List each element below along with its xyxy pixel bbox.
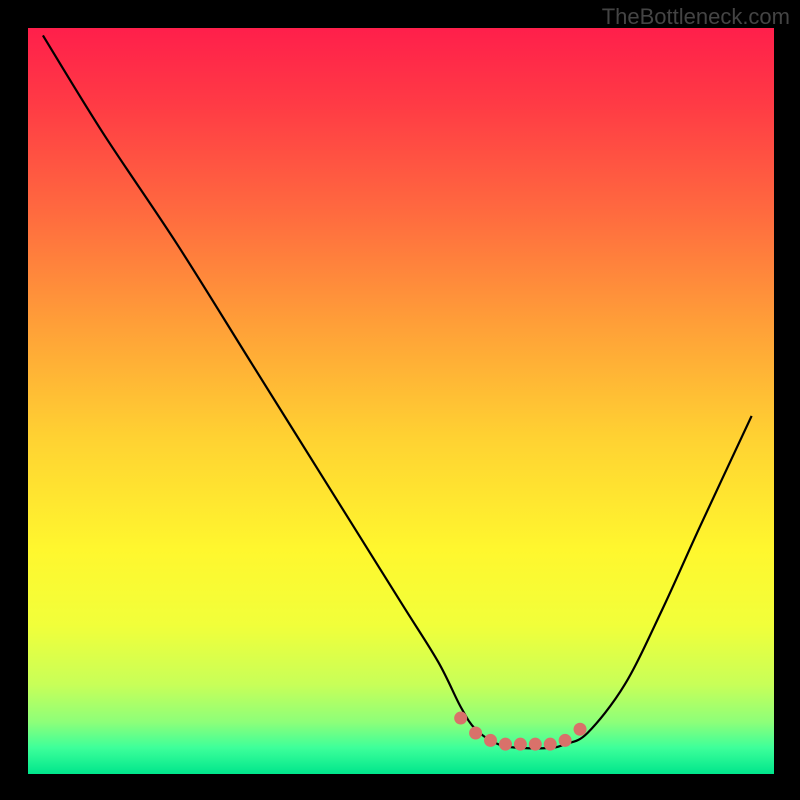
plot-area bbox=[28, 28, 774, 774]
marker-dot bbox=[574, 723, 587, 736]
marker-dot bbox=[529, 738, 542, 751]
marker-dot bbox=[559, 734, 572, 747]
chart-svg bbox=[28, 28, 774, 774]
marker-dot bbox=[514, 738, 527, 751]
watermark-text: TheBottleneck.com bbox=[602, 4, 790, 30]
marker-dot bbox=[499, 738, 512, 751]
chart-container: TheBottleneck.com bbox=[0, 0, 800, 800]
gradient-background bbox=[28, 28, 774, 774]
marker-dot bbox=[484, 734, 497, 747]
marker-dot bbox=[454, 712, 467, 725]
marker-dot bbox=[469, 726, 482, 739]
marker-dot bbox=[544, 738, 557, 751]
